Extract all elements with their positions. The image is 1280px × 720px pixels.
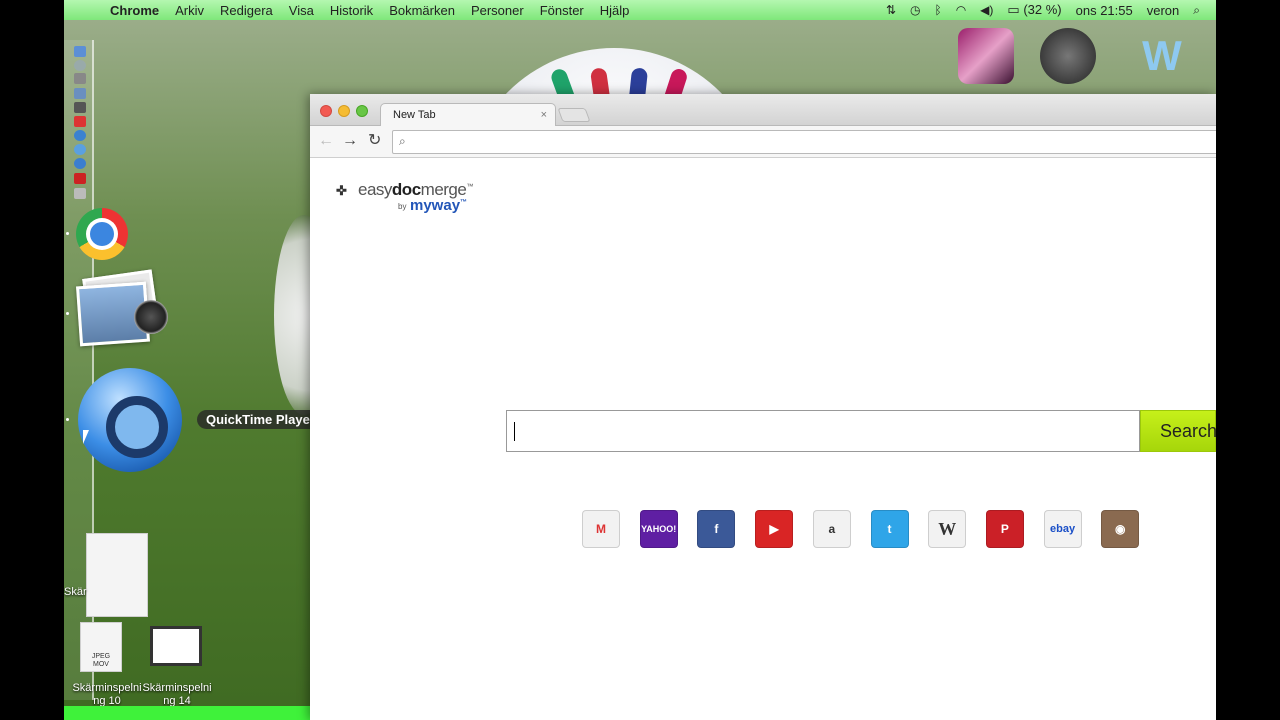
browser-toolbar: ← → ↻ ⌕: [310, 126, 1216, 158]
dock-mini-icon[interactable]: [74, 173, 86, 184]
back-button[interactable]: ←: [318, 132, 334, 150]
menu-hjalp[interactable]: Hjälp: [592, 3, 638, 18]
new-tab-button[interactable]: [557, 108, 591, 122]
browser-window: New Tab × ← → ↻ ⌕ ✜ easydocmerge™ by myw…: [310, 94, 1216, 720]
address-bar[interactable]: ⌕: [392, 130, 1216, 154]
dock-running-dot: [66, 418, 69, 421]
dock-mini-icon[interactable]: [74, 73, 86, 84]
logo-easy: easy: [358, 180, 392, 199]
logo-by: by: [398, 202, 407, 211]
counter-strike-icon[interactable]: [1040, 28, 1096, 84]
wifi-icon[interactable]: ◠: [956, 3, 966, 17]
desktop-file-icon[interactable]: [86, 533, 148, 617]
menu-historik[interactable]: Historik: [322, 3, 381, 18]
chrome-dock-icon[interactable]: [76, 208, 128, 260]
dock-mini-icon[interactable]: [74, 188, 86, 199]
game-app-icon[interactable]: [958, 28, 1014, 84]
close-window-button[interactable]: [320, 105, 332, 117]
battery-status[interactable]: ▭ (32 %): [1007, 2, 1061, 18]
battery-percent: (32 %): [1023, 2, 1062, 17]
menu-bokmarken[interactable]: Bokmärken: [381, 3, 463, 18]
menu-arkiv[interactable]: Arkiv: [167, 3, 212, 18]
logo-trademark: ™: [466, 183, 473, 191]
menu-redigera[interactable]: Redigera: [212, 3, 281, 18]
recording-bar: [64, 706, 310, 720]
menu-fonster[interactable]: Fönster: [532, 3, 592, 18]
dock-mini-icon[interactable]: [74, 116, 86, 127]
battery-icon: ▭: [1007, 2, 1020, 17]
time-machine-icon[interactable]: ◷: [910, 3, 920, 17]
movie-badge-2: MOV: [93, 661, 109, 668]
desktop: Chrome Arkiv Redigera Visa Historik Bokm…: [64, 0, 1216, 720]
tab-new-tab[interactable]: New Tab ×: [380, 103, 556, 127]
logo-myway-text: myway: [410, 197, 461, 214]
logo-myway-trademark: ™: [460, 199, 468, 206]
desktop-file-label: Skär: [64, 586, 87, 598]
dock-running-dot: [66, 312, 69, 315]
iphoto-dock-icon[interactable]: [75, 268, 168, 348]
spotlight-icon[interactable]: ⌕: [1193, 3, 1200, 18]
shortcut-wikipedia-icon[interactable]: W: [928, 510, 967, 548]
tab-close-icon[interactable]: ×: [541, 104, 547, 126]
shortcut-gmail-icon[interactable]: M: [582, 510, 620, 548]
menubar: Chrome Arkiv Redigera Visa Historik Bokm…: [64, 0, 1216, 20]
text-caret: [514, 422, 515, 441]
dock-mini-icon[interactable]: [74, 46, 86, 57]
sync-icon[interactable]: ⇅: [886, 3, 896, 17]
quicktime-dock-icon[interactable]: [78, 368, 182, 472]
menu-app-name[interactable]: Chrome: [102, 3, 167, 18]
dock-mini-icon[interactable]: [74, 88, 86, 99]
volume-icon[interactable]: ◀): [980, 3, 993, 17]
shortcut-youtube-icon[interactable]: ▶: [755, 510, 794, 548]
search-button[interactable]: Search: [1140, 410, 1216, 452]
desktop-item-label-line1: Skärminspelni: [72, 682, 142, 694]
tab-title: New Tab: [393, 109, 436, 121]
menubar-user[interactable]: veron: [1147, 3, 1180, 18]
reload-button[interactable]: ↻: [368, 132, 381, 150]
menubar-clock[interactable]: ons 21:55: [1076, 3, 1133, 18]
dock-tooltip: QuickTime Player: [197, 410, 324, 429]
shortcut-pinterest-icon[interactable]: P: [985, 510, 1024, 548]
movie-badge: JPEG: [91, 653, 111, 660]
desktop-item-label: Skärminspelni ng 14: [134, 682, 220, 708]
logo-mark-icon: ✜: [336, 183, 347, 198]
shortcut-instagram-icon[interactable]: ◉: [1101, 510, 1140, 548]
minimize-window-button[interactable]: [338, 105, 350, 117]
zoom-window-button[interactable]: [356, 105, 368, 117]
menu-visa[interactable]: Visa: [281, 3, 322, 18]
dock-mini-icon[interactable]: [74, 102, 86, 113]
search-icon: ⌕: [399, 134, 406, 148]
shortcut-twitter-icon[interactable]: t: [870, 510, 909, 548]
shortcut-ebay-icon[interactable]: ebay: [1043, 510, 1082, 548]
menu-personer[interactable]: Personer: [463, 3, 532, 18]
desktop-screenshot-icon[interactable]: [150, 626, 202, 666]
shortcut-amazon-icon[interactable]: a: [812, 510, 851, 548]
forward-button[interactable]: →: [342, 132, 358, 150]
shortcut-yahoo-icon[interactable]: YAHOO!: [639, 510, 678, 548]
dock-mini-icon[interactable]: [74, 130, 86, 141]
browser-titlebar[interactable]: New Tab ×: [310, 94, 1216, 127]
logo-myway: myway™: [410, 197, 467, 214]
wunderlist-icon[interactable]: W: [1134, 34, 1190, 90]
shortcut-facebook-icon[interactable]: f: [697, 510, 736, 548]
mouse-cursor-icon: [83, 430, 89, 444]
dock-mini-icon[interactable]: [74, 144, 86, 155]
search-input[interactable]: [506, 410, 1140, 452]
desktop-item-label-line1: Skärminspelni: [142, 682, 212, 694]
dock-running-dot: [66, 232, 69, 235]
desktop-movie-icon[interactable]: JPEG MOV: [80, 622, 122, 672]
bluetooth-icon[interactable]: ᛒ: [934, 3, 941, 17]
dock-mini-icon[interactable]: [74, 60, 86, 71]
dock-mini-icon[interactable]: [74, 158, 86, 169]
